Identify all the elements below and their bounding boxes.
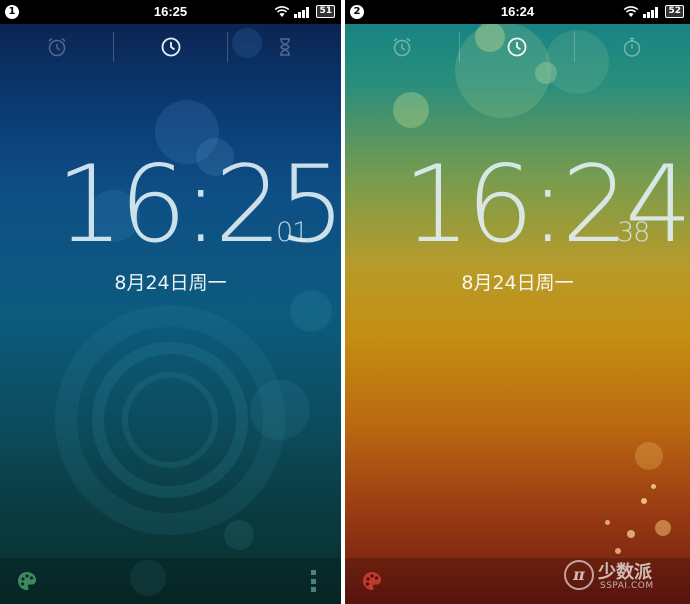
status-icons: 51 xyxy=(274,5,335,18)
clock-icon xyxy=(507,37,526,57)
clock-seconds: 38 xyxy=(617,217,650,248)
bokeh-light xyxy=(224,520,254,550)
tab-clock[interactable] xyxy=(114,24,227,70)
tab-bar xyxy=(0,24,341,70)
status-bar: 2 16:24 52 xyxy=(345,0,690,24)
bokeh-light xyxy=(393,92,429,128)
wifi-icon xyxy=(275,6,290,17)
bokeh-light xyxy=(635,442,663,470)
alarm-clock-icon xyxy=(48,37,65,57)
sspai-logo: π xyxy=(564,560,594,590)
bokeh-light xyxy=(615,548,621,554)
bokeh-light xyxy=(651,484,656,489)
clock-date: 8月24日周一 xyxy=(114,272,227,294)
clock-icon xyxy=(161,37,180,57)
tab-alarm[interactable] xyxy=(0,24,113,70)
bokeh-light xyxy=(655,520,671,536)
battery-icon: 51 xyxy=(316,5,335,18)
status-bar: 1 16:25 51 xyxy=(0,0,341,24)
battery-icon: 52 xyxy=(665,5,684,18)
bokeh-light xyxy=(627,530,635,538)
signal-icon xyxy=(643,7,659,18)
bokeh-light xyxy=(290,290,332,332)
overflow-menu-icon[interactable] xyxy=(311,570,317,592)
palette-icon[interactable] xyxy=(361,570,383,592)
watermark-site: SSPAI.COM xyxy=(600,581,654,591)
bokeh-light xyxy=(641,498,647,504)
ripple-ring xyxy=(122,372,218,468)
digital-clock: 16:24 38 xyxy=(345,150,690,260)
bottom-bar xyxy=(0,558,341,604)
clock-screen-1: 1 16:25 51 16:25 01 8月24日周一 xyxy=(0,0,341,604)
hourglass-timer-icon xyxy=(279,38,290,56)
bokeh-light xyxy=(605,520,610,525)
sspai-watermark: π 少数派 SSPAI.COM xyxy=(564,556,684,596)
clock-screen-2: 2 16:24 52 16:24 38 8月24日周一 π 少数派 SSPAI.… xyxy=(345,0,690,604)
tab-bar xyxy=(345,24,690,70)
tab-alarm[interactable] xyxy=(345,24,458,70)
signal-icon xyxy=(294,7,310,18)
stopwatch-icon xyxy=(623,37,640,57)
digital-clock: 16:25 01 xyxy=(0,150,341,260)
clock-seconds: 01 xyxy=(276,217,309,248)
tab-clock[interactable] xyxy=(460,24,573,70)
clock-date: 8月24日周一 xyxy=(461,272,574,294)
alarm-clock-icon xyxy=(393,37,410,57)
wifi-icon xyxy=(624,6,639,17)
tab-timer[interactable] xyxy=(228,24,341,70)
palette-icon[interactable] xyxy=(16,570,38,592)
tab-stopwatch[interactable] xyxy=(575,24,688,70)
status-icons: 52 xyxy=(623,5,684,18)
